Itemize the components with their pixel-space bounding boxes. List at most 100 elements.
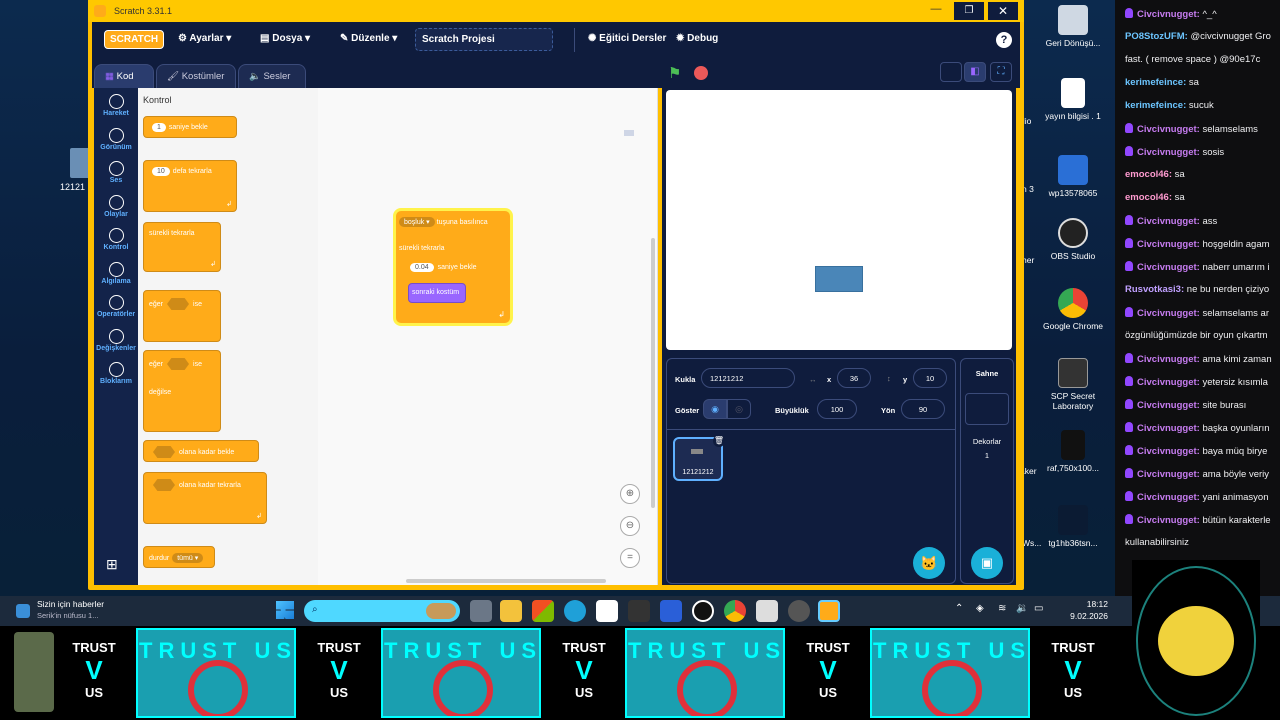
x-input[interactable]: 36 — [837, 368, 871, 388]
sprite-name-input[interactable]: 12121212 — [701, 368, 795, 388]
condition-slot[interactable] — [153, 479, 175, 491]
tab-sounds[interactable]: 🔈 Sesler — [238, 64, 306, 88]
minimize-button[interactable]: — — [921, 3, 951, 19]
chat-username[interactable]: Civcivnugget — [1137, 377, 1197, 388]
chat-username[interactable]: Civcivnugget — [1137, 239, 1197, 250]
news-title[interactable]: Sizin için haberler — [37, 599, 104, 609]
chat-username[interactable]: Civcivnugget — [1137, 354, 1197, 365]
when-key-pressed-block[interactable]: boşluk ▾ tuşuna basılınca — [399, 217, 488, 227]
file-icon[interactable] — [70, 148, 90, 178]
horizontal-scrollbar[interactable] — [406, 579, 606, 583]
unity-icon[interactable] — [628, 600, 650, 622]
hide-eye-icon[interactable]: ◎ — [727, 399, 751, 419]
repeat-input[interactable]: 10 — [152, 167, 170, 176]
edit-menu[interactable]: ✎ Düzenle ▾ — [340, 33, 397, 44]
task-view-icon[interactable] — [470, 600, 492, 622]
trash-icon[interactable]: 🗑 — [713, 435, 725, 447]
script-stack[interactable]: boşluk ▾ tuşuna basılınca sürekli tekrar… — [393, 208, 513, 326]
desktop-icon-wallpaper[interactable]: wp13578065 — [1043, 155, 1103, 198]
fullscreen-icon[interactable]: ⛶ — [990, 62, 1012, 82]
chat-username[interactable]: Civcivnugget — [1137, 469, 1197, 480]
category-3[interactable]: Olaylar — [94, 194, 138, 218]
wait-until-block[interactable]: olana kadar bekle — [143, 440, 259, 462]
chat-username[interactable]: Civcivnugget — [1137, 515, 1197, 526]
vertical-scrollbar[interactable] — [651, 238, 655, 508]
tab-costumes[interactable]: 🖌 Kostümler — [156, 64, 236, 88]
file-explorer-icon[interactable] — [500, 600, 522, 622]
desktop-icon-raf[interactable]: raf,750x100... — [1043, 430, 1103, 473]
chat-username[interactable]: Civcivnugget — [1137, 446, 1197, 457]
condition-slot[interactable] — [167, 358, 190, 370]
wait-block[interactable]: 0.04 saniye bekle — [410, 263, 477, 272]
stop-icon[interactable] — [694, 66, 708, 80]
sprite-thumbnail[interactable]: 12121212 🗑 — [673, 435, 725, 481]
sprite-on-stage[interactable] — [815, 266, 863, 292]
wait-block[interactable]: 1 saniye bekle — [143, 116, 237, 138]
category-7[interactable]: Değişkenler — [94, 328, 138, 352]
repeat-until-block[interactable]: olana kadar tekrarla ↲ — [143, 472, 267, 524]
category-5[interactable]: Algılama — [94, 261, 138, 285]
chat-username[interactable]: emocol46 — [1125, 192, 1169, 203]
condition-slot[interactable] — [153, 446, 175, 458]
chat-username[interactable]: Civcivnugget — [1137, 492, 1197, 503]
zoom-out-icon[interactable]: ⊖ — [620, 516, 640, 536]
normal-stage-button[interactable]: ◧ — [964, 62, 986, 82]
volume-icon[interactable]: 🔉 — [1016, 603, 1028, 614]
green-flag-icon[interactable]: ⚑ — [668, 64, 681, 82]
network-icon[interactable]: ◈ — [976, 603, 984, 614]
tab-code[interactable]: ▦ Kod — [94, 64, 154, 88]
obs-icon[interactable] — [788, 600, 810, 622]
chat-username[interactable]: kerimefeince — [1125, 100, 1183, 111]
maximize-button[interactable]: ❐ — [954, 2, 984, 20]
wifi-icon[interactable]: ≋ — [998, 603, 1006, 614]
category-6[interactable]: Operatörler — [94, 295, 138, 318]
chat-username[interactable]: kerimefeince — [1125, 77, 1183, 88]
close-button[interactable]: ✕ — [988, 2, 1018, 20]
chat-username[interactable]: Civcivnugget — [1137, 124, 1197, 135]
script-area[interactable]: boşluk ▾ tuşuna basılınca sürekli tekrar… — [318, 88, 658, 585]
desktop-icon-scp[interactable]: SCP Secret Laboratory — [1043, 358, 1103, 411]
forever-block[interactable]: sürekli tekrarla ↲ — [143, 222, 221, 272]
chat-username[interactable]: Civcivnugget — [1137, 147, 1197, 158]
category-1[interactable]: Görünüm — [94, 127, 138, 151]
search-bar[interactable]: ⌕ — [304, 600, 460, 622]
chevron-up-icon[interactable]: ⌃ — [955, 603, 963, 614]
stage-canvas[interactable] — [666, 90, 1012, 350]
size-input[interactable]: 100 — [817, 399, 857, 419]
show-eye-icon[interactable]: ◉ — [703, 399, 727, 419]
if-block[interactable]: eğer ise — [143, 290, 221, 342]
chat-username[interactable]: Civcivnugget — [1137, 400, 1197, 411]
stage-pane[interactable]: Sahne Dekorlar 1 ▣ — [960, 358, 1014, 584]
category-8[interactable]: Bloklarım — [94, 362, 138, 385]
desktop-icon-obs[interactable]: OBS Studio — [1043, 218, 1103, 261]
scratch-taskbar-icon[interactable] — [818, 600, 840, 622]
recycle-bin[interactable]: Geri Dönüşü... — [1043, 5, 1103, 48]
tutorials-button[interactable]: ✺ Eğitici Dersler — [588, 33, 666, 44]
small-stage-button[interactable] — [940, 62, 962, 82]
chat-username[interactable]: Civcivnugget — [1137, 262, 1197, 273]
help-icon[interactable]: ? — [996, 32, 1012, 48]
category-4[interactable]: Kontrol — [94, 228, 138, 251]
debug-button[interactable]: ✹ Debug — [676, 33, 718, 44]
file-menu[interactable]: ▤ Dosya ▾ — [260, 33, 310, 44]
store-icon[interactable] — [532, 600, 554, 622]
calculator-icon[interactable] — [596, 600, 618, 622]
zoom-reset-icon[interactable]: = — [620, 548, 640, 568]
clock-date[interactable]: 9.02.2026 — [1052, 611, 1108, 621]
news-icon[interactable] — [16, 604, 30, 618]
repeat-block[interactable]: 10 defa tekrarla ↲ — [143, 160, 237, 212]
chat-username[interactable]: Rusvotkasi3 — [1125, 284, 1181, 295]
xbox-icon[interactable] — [692, 600, 714, 622]
add-backdrop-icon[interactable]: ▣ — [971, 547, 1003, 579]
zoom-in-icon[interactable]: ⊕ — [620, 484, 640, 504]
chat-username[interactable]: PO8StozUFM — [1125, 31, 1185, 42]
wait-input[interactable]: 0.04 — [410, 263, 434, 272]
if-else-block[interactable]: eğer ise değilse — [143, 350, 221, 432]
chat-username[interactable]: Civcivnugget — [1137, 9, 1197, 20]
add-sprite-icon[interactable]: 🐱 — [913, 547, 945, 579]
windows-start-icon[interactable] — [276, 601, 294, 619]
category-0[interactable]: Hareket — [94, 94, 138, 117]
add-extension-icon[interactable]: ⊞ — [106, 556, 118, 573]
condition-slot[interactable] — [167, 298, 190, 310]
stage-thumbnail[interactable] — [965, 393, 1009, 425]
